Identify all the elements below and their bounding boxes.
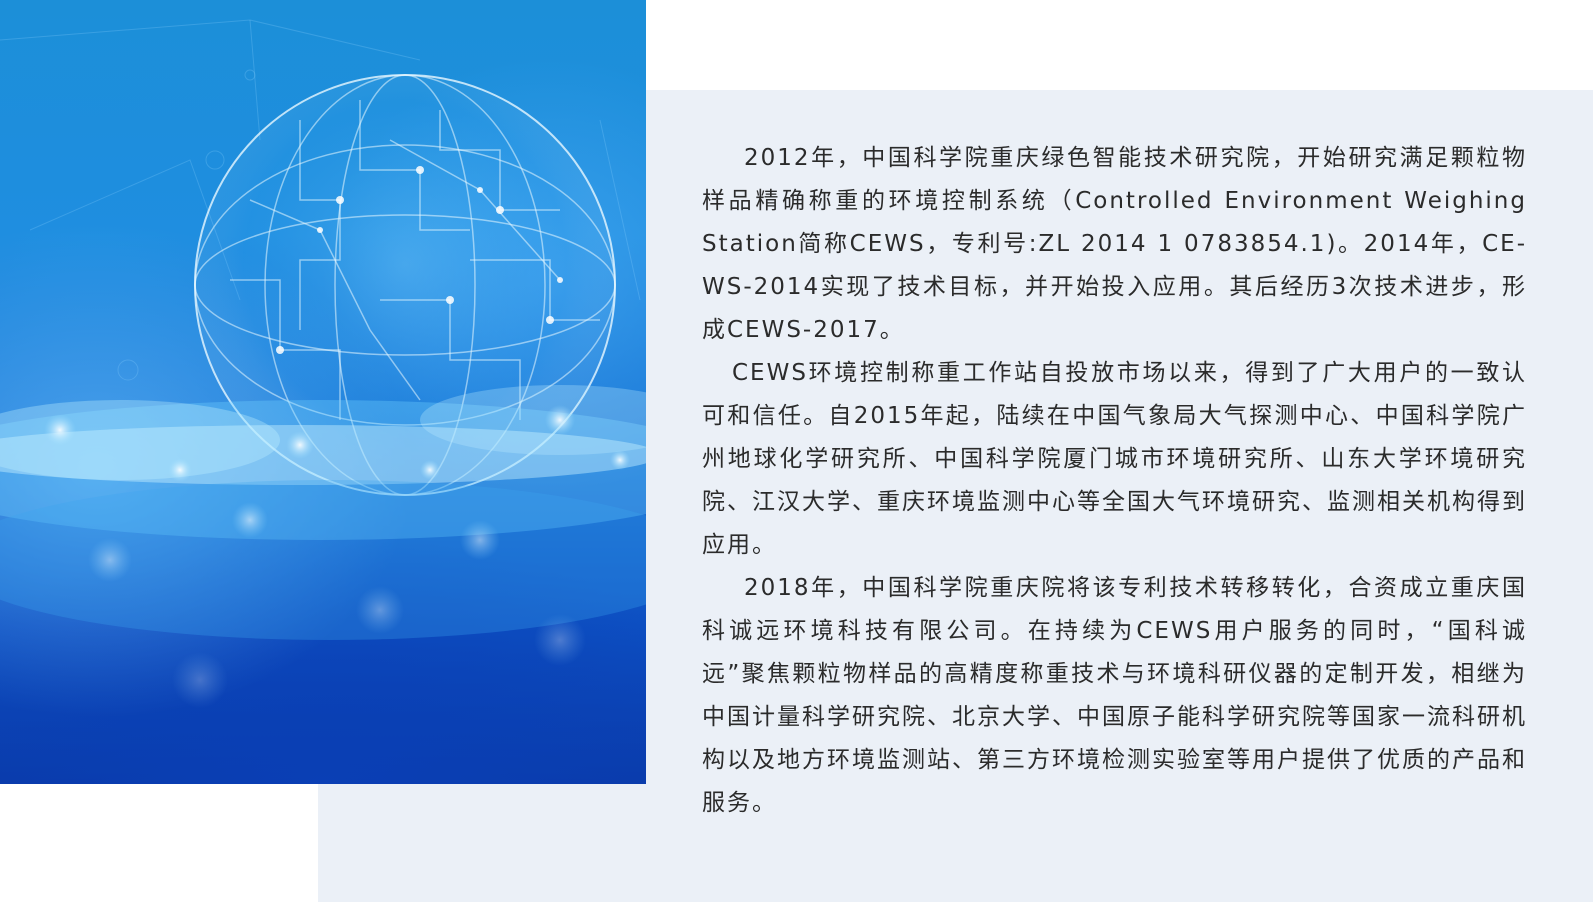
paragraph-founding: 2012年，中国科学院重庆绿色智能技术研究院，开始研究满足颗粒物样品精确称重的环… [702,145,1527,343]
particle-wave [0,385,646,708]
paragraph-market-adoption: CEWS环境控制称重工作站自投放市场以来，得到了广大用户的一致认可和信任。自20… [702,360,1527,558]
company-history-text: 2012年，中国科学院重庆绿色智能技术研究院，开始研究满足颗粒物样品精确称重的环… [702,137,1527,825]
paragraph-tech-transfer: 2018年，中国科学院重庆院将该专利技术转移转化，合资成立重庆国科诚远环境科技有… [702,575,1527,816]
globe-circuit-image [0,19,646,708]
hero-image [0,0,646,784]
